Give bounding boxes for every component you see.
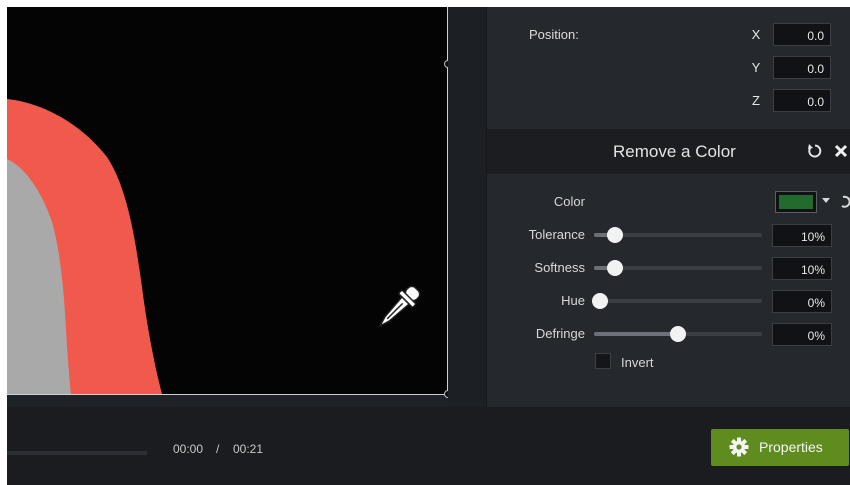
properties-panel: Position: X 0.0 Y 0.0 Z 0.0 Remove a Col…	[486, 7, 850, 407]
color-picker[interactable]	[775, 191, 817, 213]
reset-icon[interactable]	[807, 143, 823, 159]
hue-input[interactable]: 0%	[772, 290, 832, 313]
preview-canvas[interactable]	[7, 7, 447, 394]
chevron-down-icon[interactable]	[822, 198, 830, 203]
slider-thumb[interactable]	[670, 326, 686, 342]
canvas-border	[7, 394, 448, 395]
defringe-slider[interactable]	[594, 326, 762, 342]
effect-header: Remove a Color	[487, 129, 850, 174]
softness-slider[interactable]	[594, 260, 762, 276]
position-label: Position:	[529, 27, 579, 42]
properties-button-label: Properties	[759, 439, 823, 455]
slider-fill	[594, 332, 678, 336]
position-x-input[interactable]: 0.0	[773, 23, 831, 46]
effect-title: Remove a Color	[613, 142, 736, 161]
hue-label: Hue	[561, 293, 585, 308]
softness-label: Softness	[534, 260, 585, 275]
tolerance-label: Tolerance	[528, 227, 585, 242]
position-y-input[interactable]: 0.0	[773, 56, 831, 79]
color-swatch-fill	[779, 195, 813, 209]
properties-button[interactable]: Properties	[711, 429, 849, 466]
playback-bar: 00:00 / 00:21 Properties	[7, 407, 850, 485]
axis-z-label: Z	[752, 93, 760, 108]
scrub-bar[interactable]	[7, 451, 147, 455]
invert-checkbox[interactable]	[595, 353, 611, 369]
video-subject	[7, 99, 162, 394]
axis-x-label: X	[751, 27, 761, 42]
slider-thumb[interactable]	[592, 293, 608, 309]
invert-label: Invert	[621, 355, 654, 370]
position-z-input[interactable]: 0.0	[773, 89, 831, 112]
gear-icon	[729, 437, 749, 457]
color-label: Color	[553, 194, 585, 209]
total-time: 00:21	[233, 442, 264, 456]
slider-thumb[interactable]	[607, 227, 623, 243]
hue-slider[interactable]	[592, 293, 762, 309]
axis-y-label: Y	[751, 60, 761, 75]
current-time: 00:00	[173, 442, 204, 456]
canvas-margin	[448, 7, 486, 407]
eyedropper-icon	[378, 285, 421, 328]
defringe-input[interactable]: 0%	[772, 323, 832, 346]
tolerance-input[interactable]: 10%	[772, 224, 832, 247]
reset-icon[interactable]	[839, 194, 850, 210]
app-window: Position: X 0.0 Y 0.0 Z 0.0 Remove a Col…	[7, 7, 850, 485]
slider-thumb[interactable]	[607, 260, 623, 276]
time-separator: /	[216, 442, 220, 456]
defringe-label: Defringe	[535, 326, 585, 341]
tolerance-slider[interactable]	[594, 227, 762, 243]
softness-input[interactable]: 10%	[772, 257, 832, 280]
close-icon[interactable]	[833, 143, 849, 159]
